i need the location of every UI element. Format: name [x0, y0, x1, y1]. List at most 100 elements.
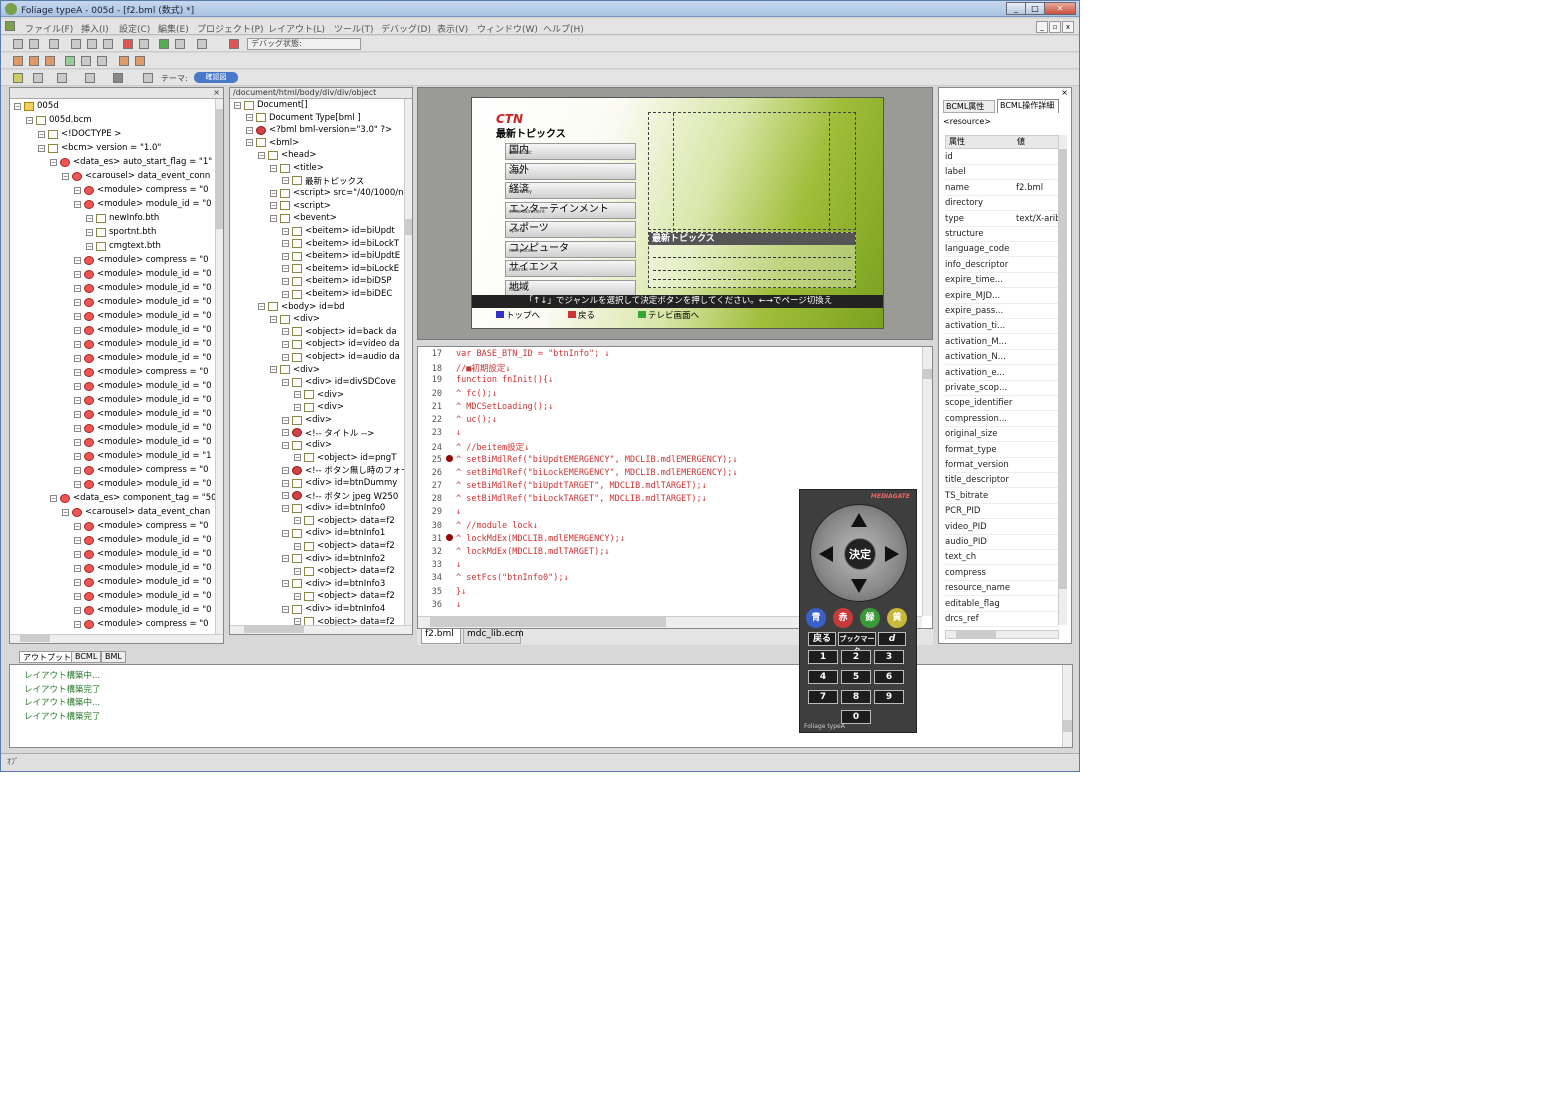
tree-node[interactable]: − <module> module_id = "0: [74, 590, 212, 602]
expand-icon[interactable]: −: [74, 452, 81, 460]
doc-node[interactable]: − <bml>: [246, 137, 299, 149]
expand-icon[interactable]: −: [74, 466, 81, 474]
doc-node[interactable]: − <div>: [282, 439, 332, 451]
pointer-icon[interactable]: [13, 73, 23, 83]
tree-node[interactable]: − <module> module_id = "0: [74, 408, 212, 420]
expand-icon[interactable]: −: [62, 508, 69, 516]
redo-icon[interactable]: [139, 39, 149, 49]
genre-button[interactable]: 国内 domestic: [505, 143, 636, 160]
expand-icon[interactable]: −: [294, 592, 301, 600]
expand-icon[interactable]: −: [294, 403, 301, 411]
menu-layout[interactable]: レイアウト(L): [268, 22, 325, 35]
print-icon[interactable]: [49, 39, 59, 49]
doc-node[interactable]: − <div> id=btnInfo1: [282, 527, 385, 539]
expand-icon[interactable]: −: [74, 368, 81, 376]
property-row[interactable]: language_code: [945, 242, 1059, 258]
align-icon[interactable]: [85, 73, 95, 83]
grid-icon[interactable]: [57, 73, 67, 83]
tree-node[interactable]: − newInfo.bth: [86, 212, 159, 224]
property-row[interactable]: editable_flag: [945, 597, 1059, 612]
folder-icon[interactable]: [97, 56, 107, 66]
doc-node[interactable]: − <?bml bml-version="3.0" ?>: [246, 124, 392, 136]
stop-icon[interactable]: [135, 56, 145, 66]
expand-icon[interactable]: −: [246, 126, 253, 134]
expand-icon[interactable]: −: [74, 522, 81, 530]
expand-icon[interactable]: −: [74, 592, 81, 600]
expand-icon[interactable]: −: [294, 567, 301, 575]
property-row[interactable]: video_PID: [945, 520, 1059, 535]
expand-icon[interactable]: −: [74, 550, 81, 558]
property-row[interactable]: format_version: [945, 458, 1059, 473]
tree-node[interactable]: − <!DOCTYPE >: [38, 128, 121, 140]
frame-icon[interactable]: [33, 73, 43, 83]
expand-icon[interactable]: −: [74, 200, 81, 208]
expand-icon[interactable]: −: [282, 240, 289, 248]
property-row[interactable]: private_scop...: [945, 381, 1059, 396]
doc-node[interactable]: − Document[]: [234, 99, 308, 111]
tree-node[interactable]: − <module> compress = "0: [74, 184, 209, 196]
paste-icon[interactable]: [103, 39, 113, 49]
expand-icon[interactable]: −: [282, 429, 289, 437]
expand-icon[interactable]: −: [282, 177, 289, 185]
expand-icon[interactable]: −: [26, 116, 33, 124]
expand-icon[interactable]: −: [74, 410, 81, 418]
menu-edit[interactable]: 編集(E): [158, 22, 189, 35]
property-row[interactable]: structure: [945, 227, 1059, 242]
expand-icon[interactable]: −: [282, 252, 289, 260]
property-row[interactable]: directory: [945, 196, 1059, 212]
tree-node[interactable]: − <bcm> version = "1.0": [38, 142, 161, 154]
expand-icon[interactable]: −: [282, 290, 289, 298]
doc-node[interactable]: − <beitem> id=biLockE: [282, 263, 399, 275]
property-row[interactable]: info_descriptor: [945, 258, 1059, 273]
left-arrow-icon[interactable]: [819, 546, 833, 562]
property-row[interactable]: expire_pass...: [945, 304, 1059, 319]
property-row[interactable]: compress: [945, 566, 1059, 581]
doc-node[interactable]: − <div> id=btnDummy: [282, 477, 397, 489]
genre-button[interactable]: 地域 local: [505, 279, 636, 297]
menu-help[interactable]: ヘルプ(H): [543, 22, 584, 35]
property-row[interactable]: resource_name: [945, 581, 1059, 597]
expand-icon[interactable]: −: [282, 227, 289, 235]
doc-node[interactable]: − <beitem> id=biDSP: [282, 275, 391, 287]
enter-button[interactable]: 決定: [844, 538, 876, 570]
menu-file[interactable]: ファイル(F): [25, 22, 73, 35]
editor-vertical-scrollbar[interactable]: [922, 347, 932, 616]
tree-node[interactable]: − <module> module_id = "0: [74, 422, 212, 434]
expand-icon[interactable]: −: [74, 620, 81, 628]
expand-icon[interactable]: −: [74, 270, 81, 278]
expand-icon[interactable]: −: [74, 382, 81, 390]
yellow-button[interactable]: 黄: [887, 608, 907, 628]
expand-icon[interactable]: −: [62, 172, 69, 180]
expand-icon[interactable]: −: [74, 256, 81, 264]
doc-node[interactable]: − <object> data=f2: [294, 540, 395, 552]
tree-node[interactable]: − <module> module_id = "0: [74, 338, 212, 350]
property-row[interactable]: name f2.bml: [945, 181, 1059, 196]
tree-node[interactable]: − <module> compress = "0: [74, 254, 209, 266]
doc-node[interactable]: − <div>: [294, 389, 344, 401]
genre-button[interactable]: サイエンス science: [505, 260, 636, 277]
tree-node[interactable]: − <module> compress = "0: [74, 366, 209, 378]
props-scrollbar[interactable]: [1058, 135, 1067, 625]
menu-settings[interactable]: 設定(C): [119, 22, 150, 35]
expand-icon[interactable]: −: [282, 479, 289, 487]
expand-icon[interactable]: −: [74, 480, 81, 488]
genre-button[interactable]: 経済 economy: [505, 182, 636, 199]
close-icon[interactable]: ×: [213, 88, 220, 98]
tab-bcml-attributes[interactable]: BCML属性: [943, 100, 995, 113]
debug-state-combo[interactable]: デバッグ状態:: [247, 38, 361, 50]
property-row[interactable]: title_descriptor: [945, 473, 1059, 489]
doc-node[interactable]: − <beitem> id=biLockT: [282, 238, 399, 250]
expand-icon[interactable]: −: [74, 354, 81, 362]
green-button[interactable]: 緑: [860, 608, 880, 628]
theme-combo[interactable]: 確認図: [194, 72, 238, 83]
close-icon[interactable]: ×: [1061, 88, 1068, 97]
down-arrow-icon[interactable]: [851, 579, 867, 593]
tree-node[interactable]: − <module> module_id = "0: [74, 296, 212, 308]
expand-icon[interactable]: −: [74, 578, 81, 586]
tree-node[interactable]: − <module> module_id = "0: [74, 198, 212, 210]
expand-icon[interactable]: −: [282, 555, 289, 563]
layout-icon[interactable]: [175, 39, 185, 49]
tree-node[interactable]: − <module> module_id = "0: [74, 562, 212, 574]
tree-node[interactable]: − <module> module_id = "1: [74, 450, 212, 462]
expand-icon[interactable]: −: [282, 328, 289, 336]
